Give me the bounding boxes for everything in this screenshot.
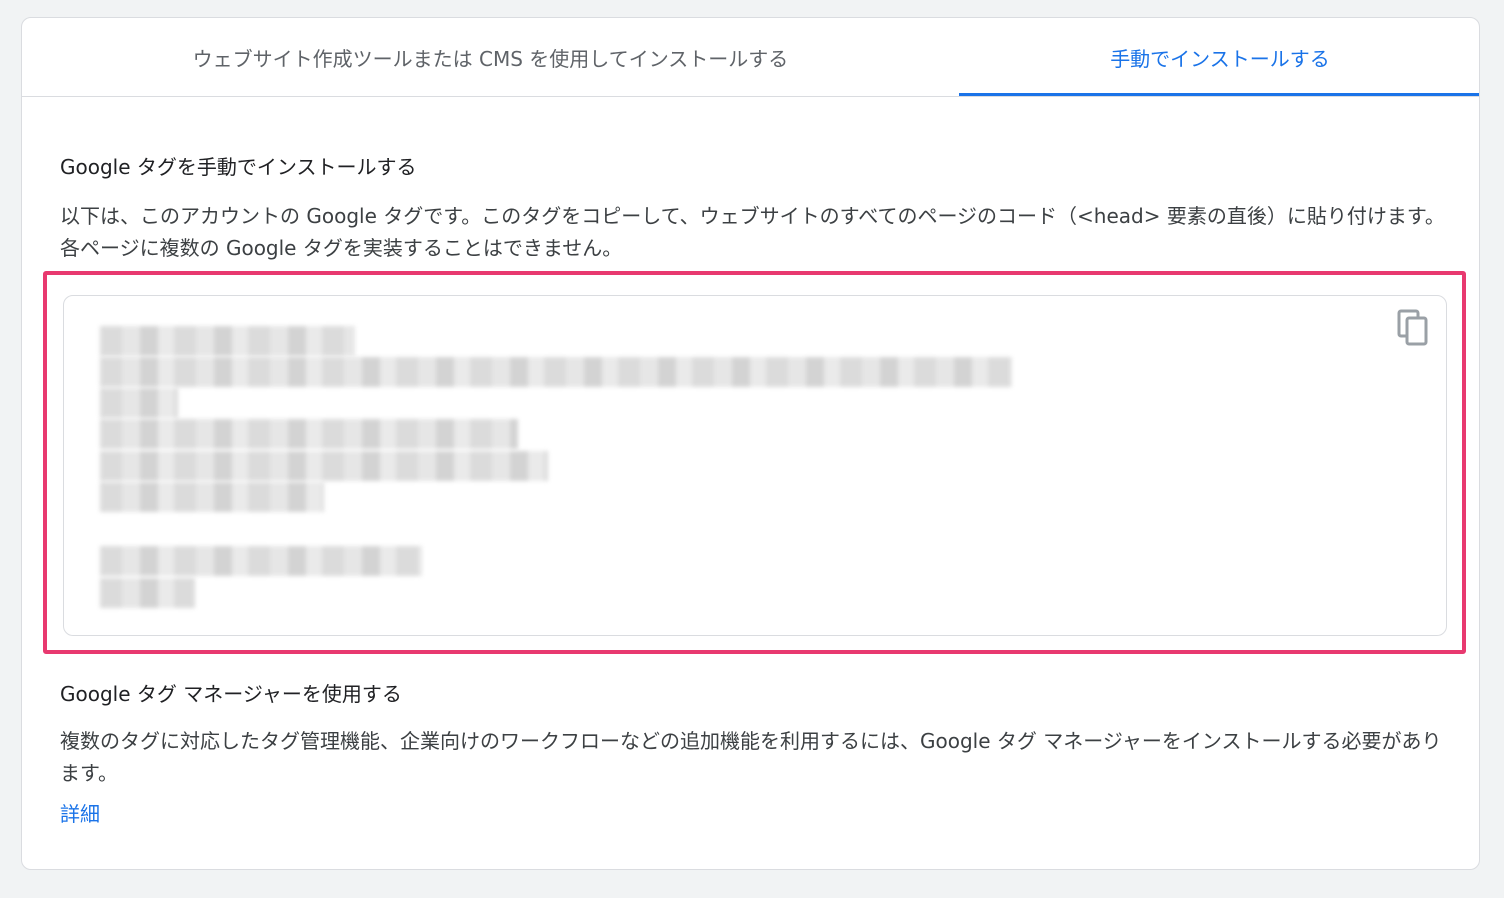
code-line-blurred [100,419,518,449]
code-line-blurred [100,357,1012,387]
tag-manager-title: Google タグ マネージャーを使用する [60,682,402,706]
install-method-tabs: ウェブサイト作成ツールまたは CMS を使用してインストールする 手動でインスト… [22,18,1479,97]
manual-install-description: 以下は、このアカウントの Google タグです。このタグをコピーして、ウェブサ… [60,204,1445,260]
tab-manual-install[interactable]: 手動でインストールする [959,18,1479,96]
code-line-blurred [100,546,422,576]
manual-install-title: Google タグを手動でインストールする [60,155,417,179]
code-highlight-frame [43,271,1466,654]
code-line-blurred [100,482,324,512]
active-tab-indicator [959,93,1479,96]
tab-cms-install[interactable]: ウェブサイト作成ツールまたは CMS を使用してインストールする [22,18,959,96]
code-line-blurred [100,326,355,356]
tag-manager-description: 複数のタグに対応したタグ管理機能、企業向けのワークフローなどの追加機能を利用する… [60,729,1442,785]
copy-icon[interactable] [1396,308,1432,348]
google-tag-code-box[interactable] [63,295,1447,636]
code-line-blurred [100,388,178,418]
code-line-blurred [100,578,195,608]
learn-more-link[interactable]: 詳細 [60,798,100,827]
install-card: ウェブサイト作成ツールまたは CMS を使用してインストールする 手動でインスト… [21,17,1480,870]
code-line-blurred [100,451,548,481]
